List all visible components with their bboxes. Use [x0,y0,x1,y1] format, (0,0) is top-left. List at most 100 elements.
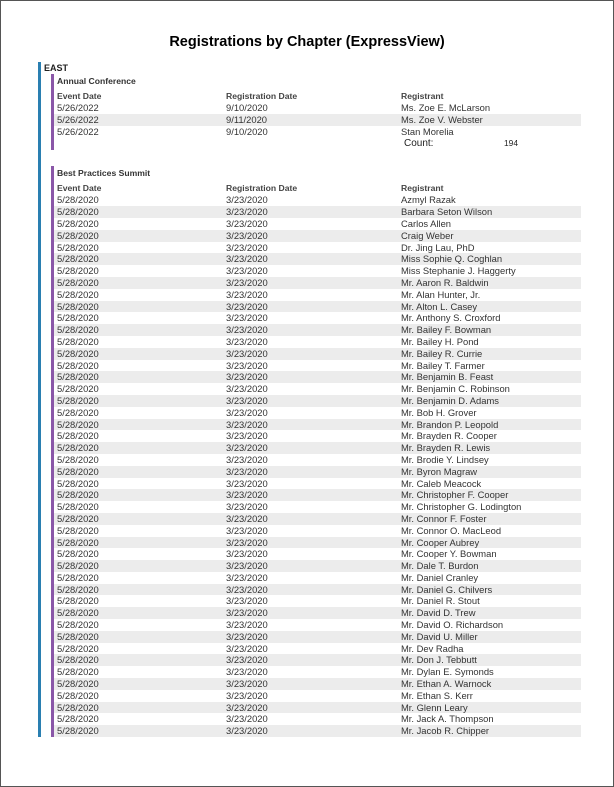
cell-registrant: Mr. Alton L. Casey [401,300,478,312]
table-row: 5/28/2020 3/23/2020 Mr. Christopher G. Lod… [54,501,581,513]
cell-event-date: 5/28/2020 [57,489,99,501]
cell-registration-date: 3/23/2020 [226,701,268,713]
column-header-row: Event Date Registration Date Registrant [54,183,581,194]
cell-event-date: 5/28/2020 [57,406,99,418]
cell-event-date: 5/28/2020 [57,359,99,371]
cell-event-date: 5/28/2020 [57,595,99,607]
table-row: 5/26/2022 9/10/2020 Ms. Zoe E. McLarson [54,102,581,114]
cell-event-date: 5/28/2020 [57,666,99,678]
cell-registrant: Mr. Bailey R. Currie [401,347,483,359]
cell-registration-date: 3/23/2020 [226,713,268,725]
cell-event-date: 5/28/2020 [57,512,99,524]
cell-registration-date: 3/23/2020 [226,607,268,619]
count-value: 194 [504,138,518,149]
cell-event-date: 5/28/2020 [57,725,99,737]
cell-registration-date: 3/23/2020 [226,265,268,277]
cell-registration-date: 3/23/2020 [226,300,268,312]
cell-registrant: Mr. Benjamin B. Feast [401,371,494,383]
group-title: Annual Conference [57,76,136,86]
cell-registrant: Mr. Aaron R. Baldwin [401,276,489,288]
column-header-registration-date: Registration Date [226,183,298,194]
cell-event-date: 5/28/2020 [57,619,99,631]
cell-registration-date: 3/23/2020 [226,430,268,442]
cell-event-date: 5/28/2020 [57,548,99,560]
cell-registration-date: 3/23/2020 [226,442,268,454]
table-row: 5/28/2020 3/23/2020 Mr. Dylan E. Symonds [54,666,581,678]
cell-registration-date: 9/10/2020 [226,102,268,113]
table-row: 5/28/2020 3/23/2020 Mr. Bailey H. Pond [54,336,581,348]
cell-event-date: 5/28/2020 [57,701,99,713]
cell-event-date: 5/28/2020 [57,418,99,430]
cell-registrant: Mr. Benjamin D. Adams [401,394,499,406]
cell-registration-date: 3/23/2020 [226,725,268,737]
cell-event-date: 5/28/2020 [57,229,99,241]
report-title: Registrations by Chapter (ExpressView) [169,34,445,50]
cell-registration-date: 3/23/2020 [226,465,268,477]
cell-registrant: Mr. Bailey H. Pond [401,335,479,347]
cell-registrant: Mr. Alan Hunter, Jr. [401,288,481,300]
cell-registration-date: 9/10/2020 [226,125,268,137]
cell-registration-date: 3/23/2020 [226,689,268,701]
table-row: 5/28/2020 3/23/2020 Mr. Bob H. Grover [54,407,581,419]
table-row: 5/28/2020 3/23/2020 Azmyl Razak [54,194,581,206]
report-page: Registrations by Chapter (ExpressView) E… [0,0,614,787]
cell-registration-date: 3/23/2020 [226,678,268,690]
table-row: 5/28/2020 3/23/2020 Mr. Christopher F. Coo… [54,489,581,502]
cell-registrant: Mr. Jack A. Thompson [401,713,494,725]
cell-registration-date: 3/23/2020 [226,217,268,229]
cell-event-date: 5/28/2020 [57,335,99,347]
column-header-registrant: Registrant [401,91,444,101]
cell-event-date: 5/28/2020 [57,371,99,383]
cell-registrant: Mr. Christopher G. Lodington [401,501,522,513]
cell-event-date: 5/28/2020 [57,654,99,666]
cell-registration-date: 3/23/2020 [226,229,268,241]
cell-registrant: Ms. Zoe V. Webster [401,113,483,125]
table-row: 5/28/2020 3/23/2020 Dr. Jing Lau, PhD [54,242,581,254]
table-row: 5/28/2020 3/23/2020 Mr. Ethan A. Warnock [54,678,581,690]
cell-registrant: Mr. Cooper Aubrey [401,536,480,548]
cell-registrant: Dr. Jing Lau, PhD [401,241,475,253]
cell-registrant: Mr. Byron Magraw [401,465,478,477]
cell-registrant: Mr. Benjamin C. Robinson [401,383,510,395]
cell-event-date: 5/28/2020 [57,501,99,513]
cell-registrant: Mr. Cooper Y. Bowman [401,548,497,560]
cell-event-date: 5/28/2020 [57,465,99,477]
cell-registration-date: 3/23/2020 [226,324,268,336]
cell-event-date: 5/28/2020 [57,288,99,300]
table-row: 5/28/2020 3/23/2020 Mr. Benjamin B. Feast [54,371,581,384]
cell-event-date: 5/28/2020 [57,217,99,229]
cell-registrant: Carlos Allen [401,217,452,229]
table-row: 5/26/2022 9/11/2020 Ms. Zoe V. Webster [54,113,581,126]
cell-event-date: 5/28/2020 [57,241,99,253]
table-row: 5/28/2020 3/23/2020 Mr. Brodie Y. Lindsey [54,454,581,466]
table-row: 5/28/2020 3/23/2020 Mr. Anthony S. Croxfor… [54,312,581,324]
cell-registrant: Mr. Bob H. Grover [401,406,477,418]
cell-registration-date: 3/23/2020 [226,524,268,536]
cell-event-date: 5/28/2020 [57,265,99,277]
cell-registration-date: 3/23/2020 [226,630,268,642]
cell-registration-date: 9/11/2020 [226,113,268,125]
cell-event-date: 5/28/2020 [57,630,99,642]
group-best-practices-summit: Best Practices Summit Event Date Registr… [51,166,581,738]
cell-registrant: Miss Stephanie J. Haggerty [401,265,516,277]
cell-event-date: 5/28/2020 [57,583,99,595]
table-row: 5/28/2020 3/23/2020 Mr. Bailey F. Bowman [54,324,581,336]
cell-registration-date: 3/23/2020 [226,619,268,631]
cell-registration-date: 3/23/2020 [226,206,268,218]
cell-registrant: Mr. Brayden R. Lewis [401,442,491,454]
cell-registrant: Mr. Dale T. Burdon [401,560,479,572]
cell-event-date: 5/28/2020 [57,206,99,218]
table-row: 5/28/2020 3/23/2020 Mr. David U. Miller [54,630,581,643]
cell-event-date: 5/28/2020 [57,536,99,548]
table-row: 5/28/2020 3/23/2020 Mr. Dale T. Burdon [54,560,581,572]
table-row: 5/28/2020 3/23/2020 Mr. Jack A. Thompson [54,713,581,725]
cell-event-date: 5/28/2020 [57,689,99,701]
table-row: 5/28/2020 3/23/2020 Carlos Allen [54,218,581,230]
cell-registrant: Mr. David O. Richardson [401,619,504,631]
cell-registration-date: 3/23/2020 [226,359,268,371]
cell-event-date: 5/28/2020 [57,560,99,572]
table-row: 5/28/2020 3/23/2020 Mr. Brayden R. Cooper [54,430,581,442]
table-row: 5/28/2020 3/23/2020 Mr. Dev Radha [54,643,581,655]
cell-registrant: Mr. Brayden R. Cooper [401,430,497,442]
cell-registrant: Mr. Dylan E. Symonds [401,666,494,678]
